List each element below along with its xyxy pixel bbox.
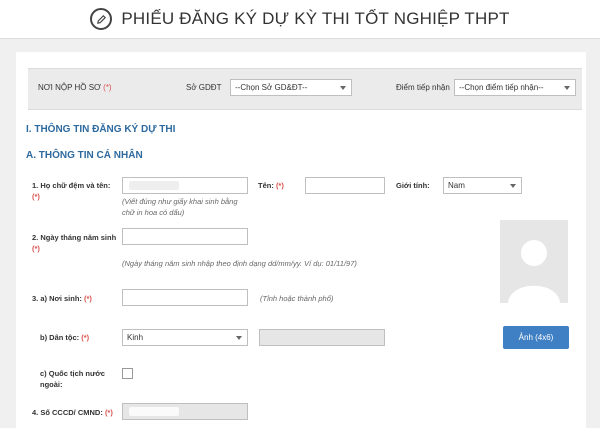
section-registration: I. THÔNG TIN ĐĂNG KÝ DỰ THI <box>26 124 176 135</box>
so-gddt-label: Sở GDĐT <box>186 83 222 92</box>
middle-name-input[interactable] <box>122 177 248 194</box>
chevron-down-icon <box>236 336 242 340</box>
id-number-input[interactable] <box>122 403 248 420</box>
so-gddt-select[interactable]: --Chọn Sở GD&ĐT-- <box>230 79 352 96</box>
redacted-value <box>129 407 179 416</box>
form-panel: NƠI NỘP HỒ SƠ (*) Sở GDĐT --Chọn Sở GD&Đ… <box>16 52 586 428</box>
page-title: PHIẾU ĐĂNG KÝ DỰ KỲ THI TỐT NGHIỆP THPT <box>121 9 510 28</box>
dob-hint: (Ngày tháng năm sinh nhập theo định dạng… <box>122 259 357 268</box>
first-name-input[interactable] <box>305 177 385 194</box>
reception-label: Điểm tiếp nhận <box>396 83 450 92</box>
ethnicity-select[interactable]: Kinh <box>122 329 248 346</box>
submit-place-label: NƠI NỘP HỒ SƠ (*) <box>38 83 112 92</box>
filter-bar: NƠI NỘP HỒ SƠ (*) Sở GDĐT --Chọn Sở GD&Đ… <box>28 68 582 110</box>
first-name-label: Tên: (*) <box>258 181 284 190</box>
ethnicity-label: b) Dân tộc: (*) <box>40 333 90 342</box>
birthplace-hint: (Tỉnh hoặc thành phố) <box>260 294 334 303</box>
upload-photo-button[interactable]: Ảnh (4x6) <box>503 326 569 349</box>
gender-select[interactable]: Nam <box>443 177 522 194</box>
reception-select[interactable]: --Chọn điểm tiếp nhận-- <box>454 79 576 96</box>
dob-label: 2. Ngày tháng năm sinh (*) <box>32 233 117 253</box>
dob-input[interactable] <box>122 228 248 245</box>
redacted-value <box>129 181 179 190</box>
section-personal: A. THÔNG TIN CÁ NHÂN <box>26 150 143 161</box>
full-name-label: 1. Họ chữ đệm và tên: (*) <box>32 181 111 201</box>
photo-placeholder <box>500 220 568 303</box>
full-name-hint: (Viết đúng như giấy khai sinh bằng chữ i… <box>122 197 238 217</box>
person-silhouette-icon <box>508 240 560 303</box>
foreign-nationality-label: c) Quốc tịch nước ngoài: <box>40 369 105 389</box>
birthplace-input[interactable] <box>122 289 248 306</box>
edit-icon <box>90 8 113 30</box>
foreign-nationality-checkbox[interactable] <box>122 368 133 379</box>
gender-label: Giới tính: <box>396 181 430 190</box>
ethnicity-other-input[interactable] <box>259 329 385 346</box>
chevron-down-icon <box>564 86 570 90</box>
page-header: PHIẾU ĐĂNG KÝ DỰ KỲ THI TỐT NGHIỆP THPT <box>0 0 600 39</box>
chevron-down-icon <box>510 184 516 188</box>
id-number-label: 4. Số CCCD/ CMND: (*) <box>32 408 113 417</box>
birthplace-label: 3. a) Nơi sinh: (*) <box>32 294 92 303</box>
chevron-down-icon <box>340 86 346 90</box>
